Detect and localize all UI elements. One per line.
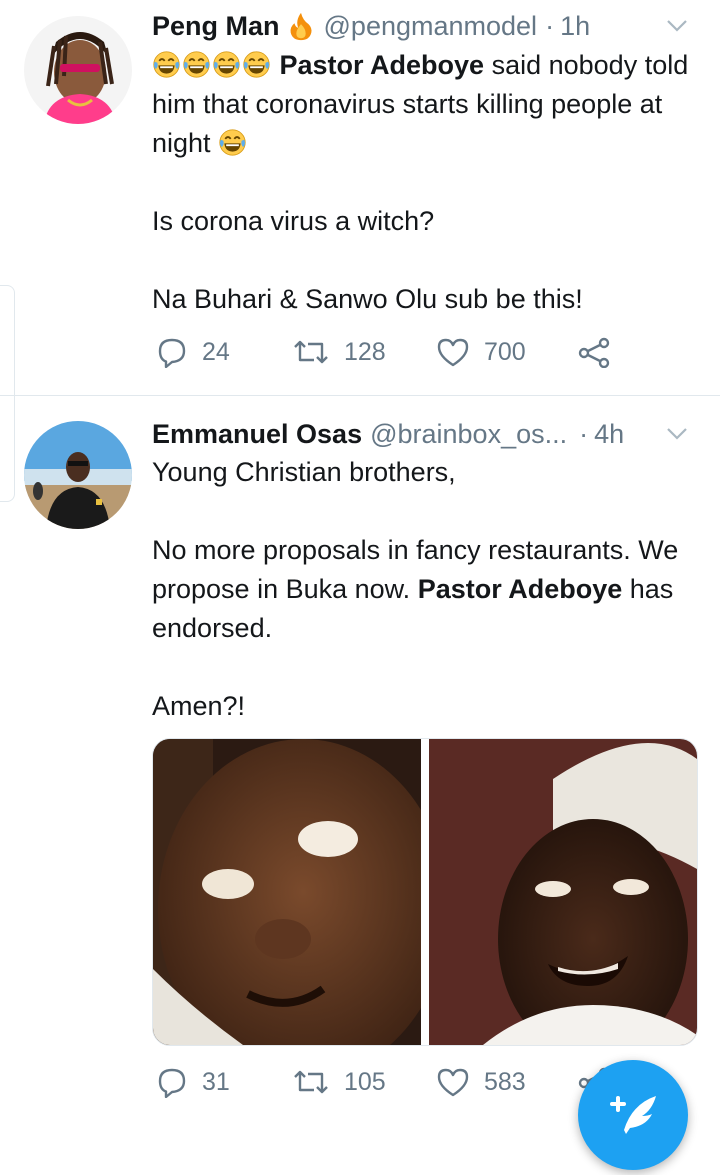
author-name[interactable]: Peng Man xyxy=(152,11,280,42)
tears-of-joy-emoji-icon xyxy=(212,50,241,79)
share-button[interactable] xyxy=(578,336,626,368)
chevron-down-icon[interactable] xyxy=(664,420,690,446)
reply-count: 24 xyxy=(202,337,230,366)
like-count: 583 xyxy=(484,1067,526,1096)
tweet-header: Peng Man @pengmanmodel · 1h xyxy=(152,6,700,46)
avatar-emmanuel-osas[interactable] xyxy=(24,421,132,529)
reply-button[interactable]: 31 xyxy=(156,1066,230,1098)
tears-of-joy-emoji-icon xyxy=(242,50,271,79)
retweet-button[interactable]: 105 xyxy=(292,1066,386,1098)
tweet-time: 1h xyxy=(560,10,591,41)
reply-count: 31 xyxy=(202,1067,230,1096)
retweet-icon xyxy=(294,1070,328,1094)
author-handle[interactable]: @pengmanmodel xyxy=(324,11,538,42)
author-name[interactable]: Emmanuel Osas xyxy=(152,419,362,450)
retweet-icon xyxy=(294,340,328,364)
tweet-paragraph-1: Pastor Adeboye said nobody told him that… xyxy=(152,46,696,163)
heart-icon xyxy=(437,1068,469,1097)
tweet-paragraph-3: Amen?! xyxy=(152,691,246,721)
tweet-time: 4h xyxy=(594,418,625,449)
tweet-text: Young Christian brothers, No more propos… xyxy=(152,453,696,726)
heart-icon xyxy=(437,338,469,367)
avatar-peng-man[interactable] xyxy=(24,16,132,124)
tweet-paragraph-3: Na Buhari & Sanwo Olu sub be this! xyxy=(152,284,583,314)
compose-tweet-button[interactable] xyxy=(578,1060,688,1170)
tears-of-joy-emoji-icon xyxy=(152,50,181,79)
tweet-paragraph-2: No more proposals in fancy restaurants. … xyxy=(152,531,696,648)
reply-icon xyxy=(158,1068,186,1098)
compose-tweet-icon xyxy=(610,1096,656,1134)
time-separator: · xyxy=(545,10,555,41)
chevron-down-icon[interactable] xyxy=(664,12,690,38)
tears-of-joy-emoji-icon xyxy=(182,50,211,79)
share-icon xyxy=(578,337,610,368)
retweet-button[interactable]: 128 xyxy=(292,336,386,368)
tears-of-joy-emoji-icon xyxy=(218,128,247,157)
reply-button[interactable]: 24 xyxy=(156,336,230,368)
retweet-count: 105 xyxy=(344,1067,386,1096)
reply-icon xyxy=(158,338,186,368)
tweet-actions: 31 105 583 xyxy=(152,1066,632,1106)
tweet-text: Pastor Adeboye said nobody told him that… xyxy=(152,46,696,319)
retweet-count: 128 xyxy=(344,337,386,366)
tweet-actions: 24 128 700 xyxy=(152,336,632,376)
tweet-paragraph-1: Young Christian brothers, xyxy=(152,457,456,487)
author-handle[interactable]: @brainbox_os... xyxy=(370,419,567,450)
like-button[interactable]: 700 xyxy=(436,336,526,368)
tweet-2[interactable]: Emmanuel Osas @brainbox_os... · 4h Young… xyxy=(0,396,720,1135)
meme-image[interactable] xyxy=(153,739,697,1045)
tweet-1[interactable]: Peng Man @pengmanmodel · 1h Pastor Adebo… xyxy=(0,0,720,395)
fire-emoji-icon xyxy=(290,12,312,41)
like-button[interactable]: 583 xyxy=(436,1066,526,1098)
time-separator: · xyxy=(579,418,589,449)
like-count: 700 xyxy=(484,337,526,366)
mentioned-name: Pastor Adeboye xyxy=(279,50,485,80)
tweet-media[interactable] xyxy=(152,738,698,1046)
tweet-header: Emmanuel Osas @brainbox_os... · 4h xyxy=(152,414,700,454)
mentioned-name: Pastor Adeboye xyxy=(417,574,623,604)
tweet-paragraph-2: Is corona virus a witch? xyxy=(152,206,435,236)
